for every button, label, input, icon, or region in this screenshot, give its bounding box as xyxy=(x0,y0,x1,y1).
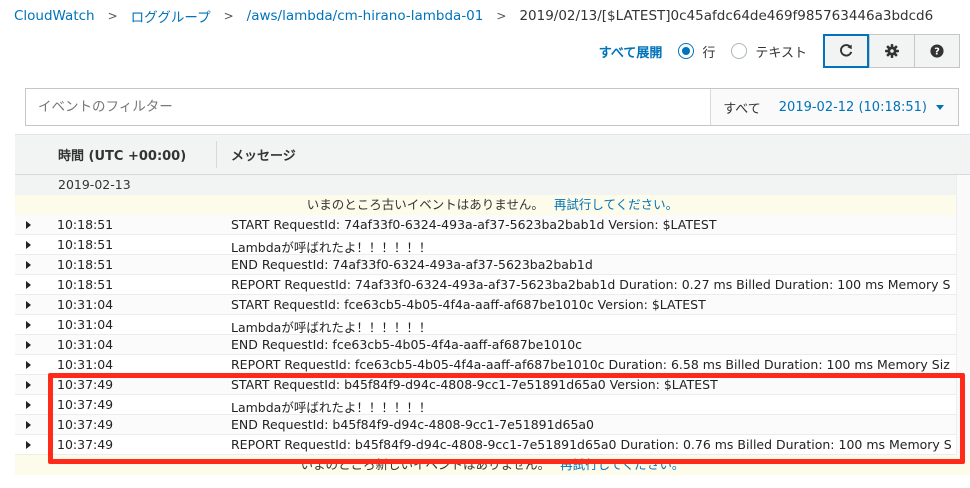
event-message: REPORT RequestId: b45f84f9-d94c-4808-9cc… xyxy=(231,437,952,452)
event-message: END RequestId: fce63cb5-4b05-4f4a-aaff-a… xyxy=(231,337,583,352)
expand-arrow-icon[interactable] xyxy=(26,241,31,249)
expand-arrow-icon[interactable] xyxy=(26,281,31,289)
older-events-text: いまのところ古いイベントはありません。 xyxy=(306,197,544,212)
event-message: END RequestId: b45f84f9-d94c-4808-9cc1-7… xyxy=(231,417,595,432)
column-header-message[interactable]: メッセージ xyxy=(231,135,296,174)
expand-arrow-icon[interactable] xyxy=(26,441,31,449)
event-time: 10:37:49 xyxy=(57,397,114,412)
log-event-row[interactable]: 10:31:04 END RequestId: fce63cb5-4b05-4f4… xyxy=(15,335,970,355)
date-range-picker[interactable]: すべて 2019-02-12 (10:18:51) xyxy=(710,89,958,125)
expand-arrow-icon[interactable] xyxy=(26,401,31,409)
newer-events-text: いまのところ新しいイベントはありません。 xyxy=(300,457,551,472)
event-time: 10:31:04 xyxy=(57,337,114,352)
log-event-row[interactable]: 10:31:04 REPORT RequestId: fce63cb5-4b05-… xyxy=(15,355,970,375)
svg-text:?: ? xyxy=(934,47,940,58)
event-message: REPORT RequestId: 74af33f0-6324-493a-af3… xyxy=(231,277,951,292)
view-rows-radio[interactable] xyxy=(678,43,695,59)
expand-arrow-icon[interactable] xyxy=(26,221,31,229)
filter-bar: すべて 2019-02-12 (10:18:51) xyxy=(25,88,959,126)
caret-down-icon xyxy=(936,104,944,110)
event-time: 10:18:51 xyxy=(57,237,114,252)
older-events-notice: いまのところ古いイベントはありません。 再試行してください。 xyxy=(15,195,970,215)
chevron-right-icon: > xyxy=(496,9,507,23)
expand-arrow-icon[interactable] xyxy=(26,341,31,349)
retry-older-link[interactable]: 再試行してください。 xyxy=(554,197,678,212)
event-message: Lambdaが呼ばれたよ！！！！！！ xyxy=(231,240,432,255)
log-event-row[interactable]: 10:31:04 Lambdaが呼ばれたよ！！！！！！ xyxy=(15,315,970,335)
event-time: 10:18:51 xyxy=(57,277,114,292)
log-event-row[interactable]: 10:18:51 END RequestId: 74af33f0-6324-493… xyxy=(15,255,970,275)
log-event-row[interactable]: 10:37:49 START RequestId: b45f84f9-d94c-4… xyxy=(15,375,970,395)
event-time: 10:18:51 xyxy=(57,257,114,272)
date-group-label: 2019-02-13 xyxy=(58,177,131,192)
view-toolbar: すべて展開 行 テキスト ? xyxy=(599,34,960,68)
event-message: Lambdaが呼ばれたよ！！！！！！ xyxy=(231,320,432,335)
refresh-icon xyxy=(840,44,853,57)
expand-all-link[interactable]: すべて展開 xyxy=(599,42,663,61)
event-time: 10:31:04 xyxy=(57,357,114,372)
expand-arrow-icon[interactable] xyxy=(26,421,31,429)
event-message: REPORT RequestId: fce63cb5-4b05-4f4a-aaf… xyxy=(231,357,950,372)
log-event-row[interactable]: 10:18:51 Lambdaが呼ばれたよ！！！！！！ xyxy=(15,235,970,255)
expand-arrow-icon[interactable] xyxy=(26,321,31,329)
event-message: END RequestId: 74af33f0-6324-493a-af37-5… xyxy=(231,257,593,272)
breadcrumb-cloudwatch[interactable]: CloudWatch xyxy=(14,8,95,24)
date-range-label: すべて xyxy=(723,101,761,117)
event-filter-input[interactable] xyxy=(26,89,711,125)
expand-arrow-icon[interactable] xyxy=(26,301,31,309)
table-header: 時間 (UTC +00:00) メッセージ xyxy=(15,134,970,175)
gear-icon xyxy=(885,44,899,58)
event-time: 10:18:51 xyxy=(57,217,114,232)
event-time: 10:37:49 xyxy=(57,377,114,392)
expand-arrow-icon[interactable] xyxy=(26,381,31,389)
breadcrumb-log-groups[interactable]: ロググループ xyxy=(131,6,211,26)
refresh-button[interactable] xyxy=(823,34,869,68)
column-divider xyxy=(216,141,217,168)
help-icon: ? xyxy=(930,44,944,58)
chevron-right-icon: > xyxy=(107,9,118,23)
log-event-row[interactable]: 10:37:49 REPORT RequestId: b45f84f9-d94c-… xyxy=(15,435,970,455)
vertical-scrollbar[interactable] xyxy=(956,175,970,455)
help-button[interactable]: ? xyxy=(914,34,960,68)
event-time: 10:37:49 xyxy=(57,437,114,452)
log-event-row[interactable]: 10:37:49 END RequestId: b45f84f9-d94c-480… xyxy=(15,415,970,435)
log-event-row[interactable]: 10:18:51 START RequestId: 74af33f0-6324-4… xyxy=(15,215,970,235)
breadcrumb: CloudWatch > ロググループ > /aws/lambda/cm-hir… xyxy=(14,6,933,26)
retry-newer-link[interactable]: 再試行してください。 xyxy=(560,457,684,472)
log-event-list: 10:18:51 START RequestId: 74af33f0-6324-4… xyxy=(15,215,970,455)
event-message: Lambdaが呼ばれたよ！！！！！！ xyxy=(231,400,432,415)
settings-button[interactable] xyxy=(869,34,915,68)
log-event-row[interactable]: 10:18:51 REPORT RequestId: 74af33f0-6324-… xyxy=(15,275,970,295)
date-group-row: 2019-02-13 xyxy=(15,175,970,195)
chevron-right-icon: > xyxy=(223,9,234,23)
log-event-row[interactable]: 10:31:04 START RequestId: fce63cb5-4b05-4… xyxy=(15,295,970,315)
event-time: 10:31:04 xyxy=(57,317,114,332)
event-message: START RequestId: 74af33f0-6324-493a-af37… xyxy=(231,217,717,232)
event-time: 10:31:04 xyxy=(57,297,114,312)
view-text-label[interactable]: テキスト xyxy=(755,42,807,61)
date-range-value[interactable]: 2019-02-12 (10:18:51) xyxy=(779,100,927,115)
event-message: START RequestId: b45f84f9-d94c-4808-9cc1… xyxy=(231,377,718,392)
breadcrumb-log-stream: 2019/02/13/[$LATEST]0c45afdc64de469f9857… xyxy=(519,8,934,24)
event-message: START RequestId: fce63cb5-4b05-4f4a-aaff… xyxy=(231,297,706,312)
expand-arrow-icon[interactable] xyxy=(26,361,31,369)
column-header-time[interactable]: 時間 (UTC +00:00) xyxy=(58,135,186,174)
event-time: 10:37:49 xyxy=(57,417,114,432)
view-rows-label[interactable]: 行 xyxy=(702,42,715,61)
expand-arrow-icon[interactable] xyxy=(26,261,31,269)
breadcrumb-log-group[interactable]: /aws/lambda/cm-hirano-lambda-01 xyxy=(247,8,484,24)
newer-events-notice: いまのところ新しいイベントはありません。 再試行してください。 xyxy=(15,455,970,475)
view-text-radio[interactable] xyxy=(731,43,748,59)
log-event-row[interactable]: 10:37:49 Lambdaが呼ばれたよ！！！！！！ xyxy=(15,395,970,415)
